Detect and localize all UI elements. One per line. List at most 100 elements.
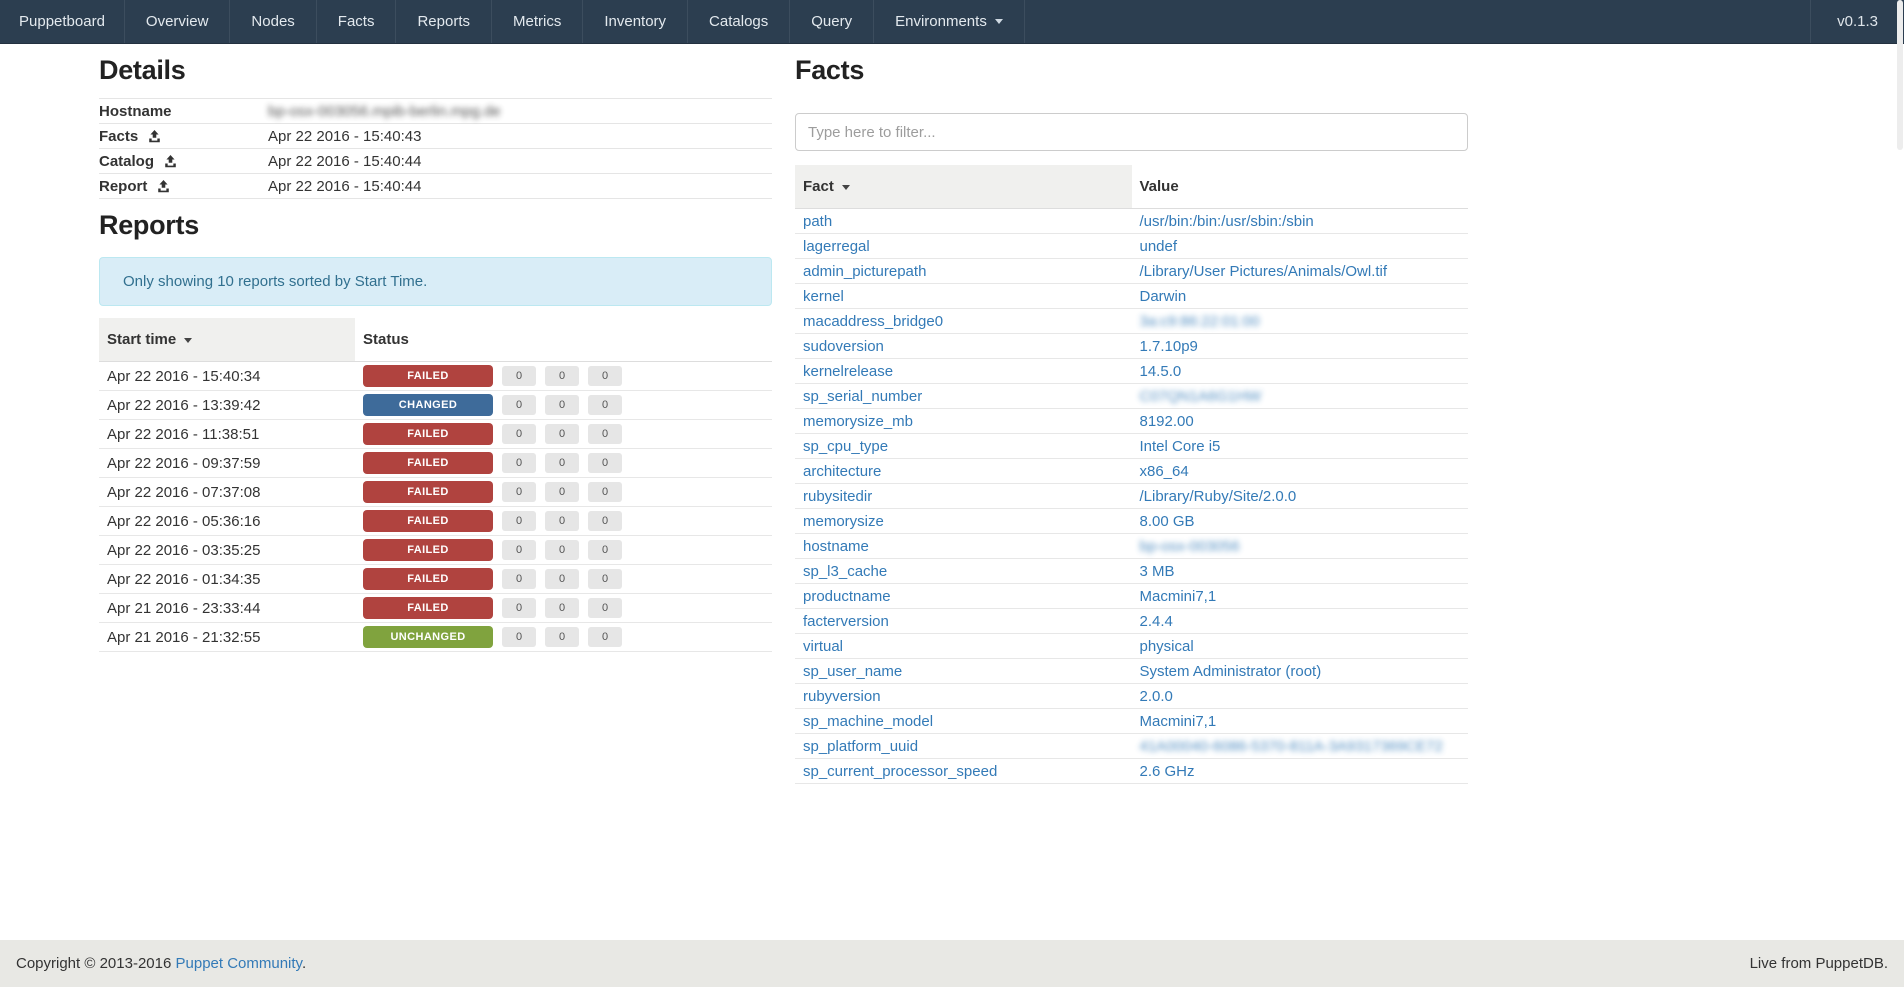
report-count: 0 [545,511,579,531]
fact-name-link[interactable]: sp_platform_uuid [803,738,918,755]
details-row-catalog: Catalog Apr 22 2016 - 15:40:44 [99,149,772,174]
nav-item-reports[interactable]: Reports [396,0,492,43]
fact-name-link[interactable]: sp_serial_number [803,388,922,405]
fact-name-link[interactable]: hostname [803,538,869,555]
fact-name-link[interactable]: sp_cpu_type [803,438,888,455]
details-label-hostname: Hostname [99,99,268,124]
report-count: 0 [502,598,536,618]
facts-filter-input[interactable] [795,113,1468,151]
fact-value-link[interactable]: 41A00040-6086-5370-811A-3A9317369CE72 [1140,738,1443,755]
report-count: 0 [588,540,622,560]
report-count: 0 [545,366,579,386]
report-count: 0 [502,482,536,502]
fact-value-link[interactable]: /Library/User Pictures/Animals/Owl.tif [1140,263,1388,280]
report-row: Apr 22 2016 - 05:36:16 FAILED 0 0 0 [99,507,772,536]
report-row: Apr 22 2016 - 11:38:51 FAILED 0 0 0 [99,420,772,449]
fact-name-link[interactable]: macaddress_bridge0 [803,313,943,330]
details-label-catalog: Catalog [99,153,154,170]
footer: Copyright © 2013-2016 Puppet Community. … [0,940,1904,987]
puppet-community-link[interactable]: Puppet Community [176,955,302,972]
fact-name-link[interactable]: rubyversion [803,688,881,705]
nav-item-query[interactable]: Query [790,0,874,43]
status-badge: CHANGED [363,394,493,416]
scrollbar-thumb[interactable] [1897,0,1903,150]
fact-value-link[interactable]: physical [1140,638,1194,655]
reports-sort-header-start-time[interactable]: Start time [99,318,355,362]
nav-item-environments-dropdown[interactable]: Environments [874,0,1025,43]
fact-value-link[interactable]: Intel Core i5 [1140,438,1221,455]
nav-item-overview[interactable]: Overview [125,0,231,43]
navbar-brand[interactable]: Puppetboard [0,0,125,43]
fact-value-link[interactable]: bp-osx-003056 [1140,538,1240,555]
report-count: 0 [545,540,579,560]
fact-name-link[interactable]: sp_current_processor_speed [803,763,997,780]
fact-value-link[interactable]: 1.7.10p9 [1140,338,1198,355]
fact-name-link[interactable]: facterversion [803,613,889,630]
fact-name-link[interactable]: lagerregal [803,238,870,255]
fact-value-link[interactable]: x86_64 [1140,463,1189,480]
nav-item-metrics[interactable]: Metrics [492,0,583,43]
nav-item-inventory[interactable]: Inventory [583,0,688,43]
fact-name-link[interactable]: admin_picturepath [803,263,926,280]
fact-value-link[interactable]: C07QN1A6G1HW [1140,388,1262,405]
facts-table: Fact Value path /usr/bin:/bin:/usr/sbin:… [795,165,1468,784]
fact-name-link[interactable]: kernel [803,288,844,305]
fact-value-link[interactable]: System Administrator (root) [1140,663,1322,680]
fact-row: kernelrelease 14.5.0 [795,359,1468,384]
reports-header-status: Status [355,318,772,362]
fact-value-link[interactable]: /usr/bin:/bin:/usr/sbin:/sbin [1140,213,1314,230]
fact-name-link[interactable]: sp_user_name [803,663,902,680]
report-start-time: Apr 22 2016 - 11:38:51 [99,420,355,449]
report-start-time: Apr 21 2016 - 21:32:55 [99,623,355,652]
fact-row: sp_platform_uuid 41A00040-6086-5370-811A… [795,734,1468,759]
reports-table: Start time Status Apr 22 2016 - 15:40:34… [99,318,772,652]
report-count: 0 [588,569,622,589]
fact-value-link[interactable]: 2.6 GHz [1140,763,1195,780]
fact-name-link[interactable]: architecture [803,463,881,480]
fact-value-link[interactable]: 3 MB [1140,563,1175,580]
fact-name-link[interactable]: memorysize_mb [803,413,913,430]
report-count: 0 [588,511,622,531]
fact-row: path /usr/bin:/bin:/usr/sbin:/sbin [795,209,1468,234]
fact-value-link[interactable]: undef [1140,238,1178,255]
report-count: 0 [588,453,622,473]
fact-value-link[interactable]: 8.00 GB [1140,513,1195,530]
fact-row: sp_cpu_type Intel Core i5 [795,434,1468,459]
fact-name-link[interactable]: kernelrelease [803,363,893,380]
fact-name-link[interactable]: productname [803,588,891,605]
nav-item-nodes[interactable]: Nodes [230,0,316,43]
nav-item-facts[interactable]: Facts [317,0,397,43]
fact-name-link[interactable]: virtual [803,638,843,655]
report-count: 0 [545,395,579,415]
fact-name-link[interactable]: sudoversion [803,338,884,355]
report-start-time: Apr 22 2016 - 13:39:42 [99,391,355,420]
fact-row: sp_serial_number C07QN1A6G1HW [795,384,1468,409]
upload-icon[interactable] [157,180,170,193]
fact-value-link[interactable]: 14.5.0 [1140,363,1182,380]
fact-value-link[interactable]: 2.4.4 [1140,613,1173,630]
fact-value-link[interactable]: 8192.00 [1140,413,1194,430]
report-count: 0 [545,482,579,502]
report-count: 0 [588,424,622,444]
upload-icon[interactable] [148,130,161,143]
status-badge: FAILED [363,365,493,387]
fact-value-link[interactable]: Darwin [1140,288,1187,305]
fact-value-link[interactable]: 2.0.0 [1140,688,1173,705]
report-count: 0 [502,366,536,386]
fact-value-link[interactable]: /Library/Ruby/Site/2.0.0 [1140,488,1297,505]
fact-value-link[interactable]: Macmini7,1 [1140,713,1217,730]
upload-icon[interactable] [164,155,177,168]
fact-value-link[interactable]: Macmini7,1 [1140,588,1217,605]
fact-row: virtual physical [795,634,1468,659]
facts-sort-header-fact[interactable]: Fact [795,165,1132,209]
nav-item-catalogs[interactable]: Catalogs [688,0,790,43]
details-row-facts: Facts Apr 22 2016 - 15:40:43 [99,124,772,149]
fact-name-link[interactable]: sp_machine_model [803,713,933,730]
fact-name-link[interactable]: path [803,213,832,230]
fact-name-link[interactable]: sp_l3_cache [803,563,887,580]
fact-value-link[interactable]: 3a:c9:86:22:01:00 [1140,313,1260,330]
fact-name-link[interactable]: rubysitedir [803,488,872,505]
report-count: 0 [502,511,536,531]
details-table: Hostname bp-osx-003056.mpib-berlin.mpg.d… [99,98,772,199]
fact-name-link[interactable]: memorysize [803,513,884,530]
